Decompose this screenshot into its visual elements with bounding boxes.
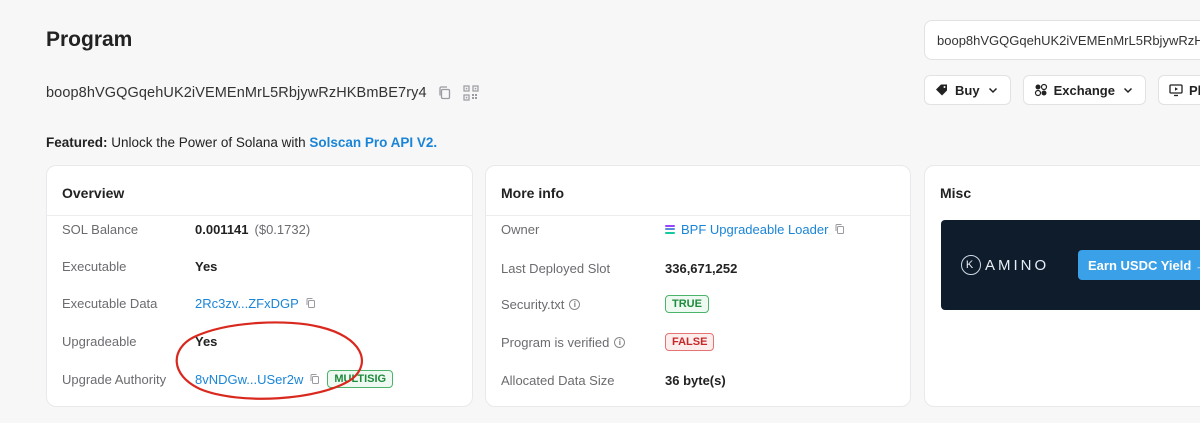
qr-code-icon[interactable] (463, 85, 479, 101)
kamino-logo: K AMINO (961, 255, 1049, 275)
earn-usdc-yield-button[interactable]: Earn USDC Yield → (1078, 250, 1200, 280)
buy-button[interactable]: Buy (924, 75, 1011, 105)
upgradeable-label: Upgradeable (62, 333, 137, 349)
misc-card: Misc K AMINO Earn USDC Yield → (924, 165, 1200, 407)
copy-icon[interactable] (309, 373, 321, 385)
data-size-row: Allocated Data Size 36 byte(s) (501, 369, 900, 391)
sol-balance-usd: ($0.1732) (254, 221, 311, 237)
upgrade-authority-row: Upgrade Authority 8vNDGw...USer2w MULTIS… (62, 368, 462, 390)
kamino-ad-banner[interactable]: K AMINO Earn USDC Yield → (941, 220, 1200, 310)
upgrade-authority-label: Upgrade Authority (62, 371, 167, 387)
buy-tag-icon (936, 84, 947, 96)
misc-title: Misc (940, 185, 972, 201)
page-title: Program (46, 28, 133, 51)
monitor-play-icon (1169, 84, 1183, 97)
executable-label: Executable (62, 258, 127, 274)
solscan-pro-api-link[interactable]: Solscan Pro API V2. (309, 135, 437, 150)
address-row: boop8hVGQGqehUK2iVEMEnMrL5RbjywRzHKBmBE7… (46, 85, 479, 101)
copy-icon[interactable] (305, 297, 317, 309)
featured-text: Unlock the Power of Solana with (107, 135, 310, 150)
chevron-down-icon (1123, 87, 1133, 94)
overview-title: Overview (62, 185, 125, 201)
verified-row: Program is verified i FALSE (501, 331, 900, 353)
security-badge: TRUE (665, 295, 709, 313)
security-row: Security.txt i TRUE (501, 293, 900, 315)
exchange-button[interactable]: Exchange (1022, 75, 1146, 105)
last-slot-label: Last Deployed Slot (501, 260, 611, 276)
overview-card: Overview SOL Balance 0.001141 ($0.1732) … (46, 165, 473, 407)
last-slot-value: 336,671,252 (665, 260, 738, 276)
more-info-title: More info (501, 185, 564, 201)
executable-data-row: Executable Data 2Rc3zv...ZFxDGP (62, 292, 462, 314)
divider (486, 215, 910, 216)
executable-row: Executable Yes (62, 255, 462, 277)
upgrade-authority-link[interactable]: 8vNDGw...USer2w (195, 372, 303, 387)
info-icon[interactable]: i (569, 298, 581, 310)
solana-icon (665, 224, 675, 234)
kamino-logo-mark: K (961, 255, 981, 275)
featured-banner: Featured: Unlock the Power of Solana wit… (46, 135, 437, 150)
toolbar: Buy Exchange Play (924, 75, 1200, 105)
divider (47, 215, 472, 216)
featured-prefix: Featured: (46, 135, 108, 150)
program-address: boop8hVGQGqehUK2iVEMEnMrL5RbjywRzHKBmBE7… (46, 85, 427, 101)
info-icon[interactable]: i (614, 336, 626, 348)
last-slot-row: Last Deployed Slot 336,671,252 (501, 257, 900, 279)
sol-balance-label: SOL Balance (62, 221, 139, 237)
executable-data-link[interactable]: 2Rc3zv...ZFxDGP (195, 296, 299, 311)
upgradeable-value: Yes (195, 333, 218, 349)
copy-icon[interactable] (437, 85, 453, 101)
executable-value: Yes (195, 258, 218, 274)
owner-label: Owner (501, 221, 540, 237)
verified-badge: FALSE (665, 333, 715, 351)
sol-balance-row: SOL Balance 0.001141 ($0.1732) (62, 218, 462, 240)
exchange-label: Exchange (1053, 82, 1115, 98)
security-label: Security.txt (501, 296, 565, 312)
kamino-logo-text: AMINO (985, 256, 1050, 274)
play-label: Play (1188, 82, 1200, 98)
play-button[interactable]: Play (1157, 75, 1200, 105)
owner-link[interactable]: BPF Upgradeable Loader (681, 222, 828, 237)
chevron-down-icon (988, 87, 997, 94)
more-info-card: More info Owner BPF Upgradeable Loader L… (485, 165, 911, 407)
data-size-value: 36 byte(s) (665, 372, 726, 388)
search-input[interactable] (937, 32, 1200, 48)
verified-label: Program is verified (501, 334, 610, 350)
data-size-label: Allocated Data Size (501, 372, 615, 388)
upgradeable-row: Upgradeable Yes (62, 330, 462, 352)
exchange-icon (1034, 83, 1047, 97)
executable-data-label: Executable Data (62, 295, 158, 311)
owner-row: Owner BPF Upgradeable Loader (501, 218, 900, 240)
multisig-badge: MULTISIG (327, 370, 394, 388)
copy-icon[interactable] (834, 223, 846, 235)
sol-balance-value: 0.001141 (195, 221, 249, 237)
buy-label: Buy (955, 82, 980, 98)
search-box[interactable] (924, 20, 1200, 60)
